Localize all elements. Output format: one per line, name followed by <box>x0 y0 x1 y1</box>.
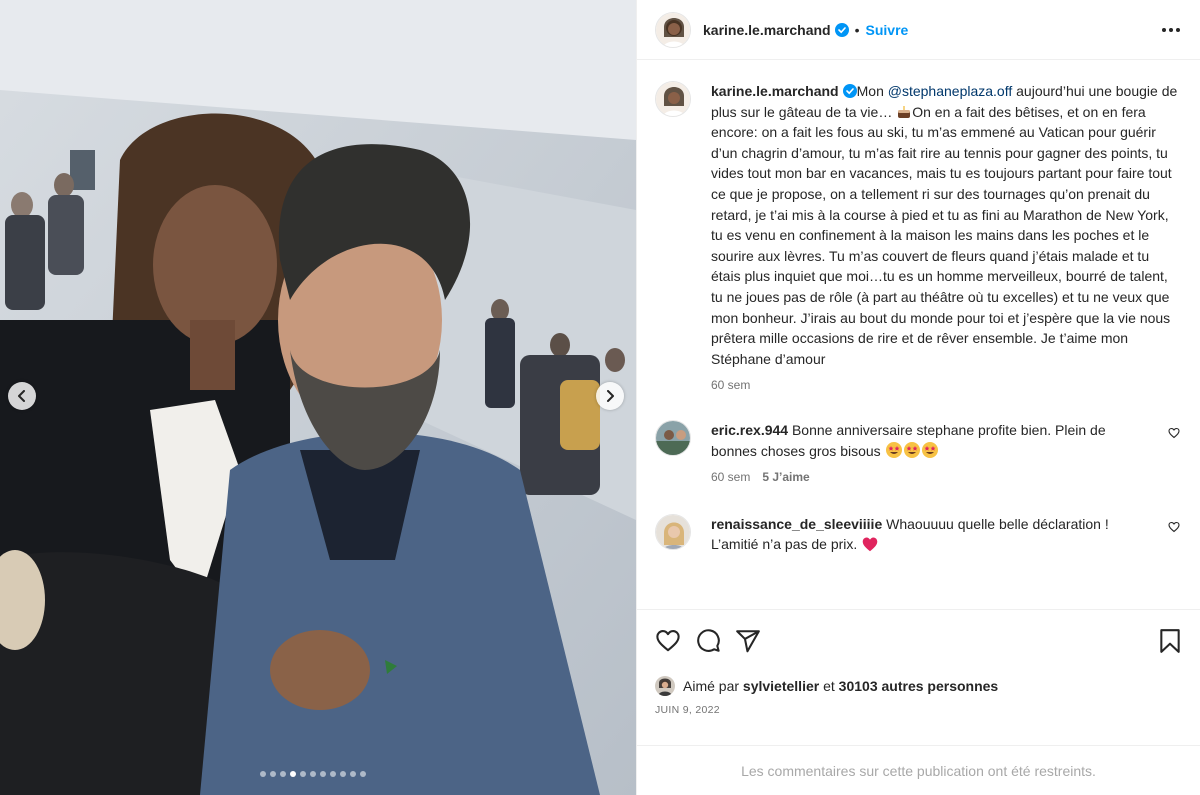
caption-prefix: Mon <box>856 83 888 99</box>
comment-like-button[interactable] <box>1168 420 1182 488</box>
carousel-dot <box>300 771 306 777</box>
comment-like-button[interactable] <box>1168 514 1182 555</box>
comment-icon <box>697 629 720 652</box>
comment-item: eric.rex.944 Bonne anniversaire stephane… <box>655 419 1182 488</box>
carousel-dot <box>320 771 326 777</box>
chevron-right-icon <box>607 390 614 402</box>
carousel-dot <box>290 771 296 777</box>
post-panel: karine.le.marchand • Suivre karine.le.ma… <box>636 0 1200 795</box>
carousel-next-button[interactable] <box>596 382 624 410</box>
carousel-dot <box>350 771 356 777</box>
mention-link[interactable]: @stephaneplaza.off <box>888 83 1013 99</box>
chevron-left-icon <box>18 390 25 402</box>
follow-button[interactable]: Suivre <box>866 22 909 38</box>
caption-text: karine.le.marchand Mon @stephaneplaza.off… <box>711 81 1182 369</box>
comment-likes[interactable]: 5 J’aime <box>762 467 809 488</box>
carousel-dot <box>340 771 346 777</box>
comment-item: renaissance_de_sleeviiiie Whaouuuu quell… <box>655 513 1182 555</box>
author-username[interactable]: karine.le.marchand <box>703 22 831 38</box>
carousel-dot <box>360 771 366 777</box>
liker-avatar[interactable] <box>655 676 675 696</box>
heart-icon <box>1168 521 1180 532</box>
post-modal: karine.le.marchand • Suivre karine.le.ma… <box>0 0 1200 795</box>
post-actions: Aimé par sylvietellier et 30103 autres p… <box>637 609 1200 716</box>
share-button[interactable] <box>735 628 761 654</box>
likes-summary: Aimé par sylvietellier et 30103 autres p… <box>655 676 1182 696</box>
heart-icon <box>1168 427 1180 439</box>
save-icon <box>1160 629 1180 653</box>
star-eyes-emoji-icon <box>903 441 920 458</box>
comment-username[interactable]: renaissance_de_sleeviiiie <box>711 516 882 532</box>
comments-list[interactable]: karine.le.marchand Mon @stephaneplaza.off… <box>637 61 1200 609</box>
carousel-prev-button[interactable] <box>8 382 36 410</box>
likes-text: Aimé par sylvietellier et 30103 autres p… <box>683 678 998 694</box>
likes-count[interactable]: 30103 autres personnes <box>839 678 999 694</box>
comment-text: renaissance_de_sleeviiiie Whaouuuu quell… <box>711 514 1154 555</box>
cake-emoji-icon <box>898 105 911 118</box>
carousel-dot <box>330 771 336 777</box>
commenter-avatar[interactable] <box>655 419 691 456</box>
like-button[interactable] <box>655 628 681 654</box>
comment-time[interactable]: 60 sem <box>711 467 750 488</box>
verified-icon <box>834 22 849 37</box>
comment-button[interactable] <box>695 628 721 654</box>
share-icon <box>736 630 760 653</box>
caption: karine.le.marchand Mon @stephaneplaza.off… <box>655 81 1182 396</box>
post-date[interactable]: JUIN 9, 2022 <box>655 704 1182 716</box>
commenter-avatar[interactable] <box>655 513 691 550</box>
post-photo <box>0 0 636 795</box>
carousel-dot <box>260 771 266 777</box>
likes-prefix: Aimé par <box>683 678 743 694</box>
star-eyes-emoji-icon <box>921 441 938 458</box>
save-button[interactable] <box>1158 628 1182 654</box>
star-eyes-emoji-icon <box>885 441 902 458</box>
post-media <box>0 0 636 795</box>
caption-username[interactable]: karine.le.marchand <box>711 83 839 99</box>
verified-icon <box>842 84 857 98</box>
caption-time[interactable]: 60 sem <box>711 375 750 396</box>
author-avatar[interactable] <box>655 11 691 48</box>
comment-username[interactable]: eric.rex.944 <box>711 422 788 438</box>
comments-restricted-notice: Les commentaires sur cette publication o… <box>637 745 1200 795</box>
post-header: karine.le.marchand • Suivre <box>637 0 1200 60</box>
carousel-dot <box>270 771 276 777</box>
liker-username[interactable]: sylvietellier <box>743 678 819 694</box>
header-separator: • <box>854 21 860 38</box>
caption-part-2: On en a fait des bêtises, et on en fera … <box>711 103 1172 367</box>
likes-middle: et <box>819 678 839 694</box>
comment-text: eric.rex.944 Bonne anniversaire stephane… <box>711 420 1154 461</box>
carousel-indicator <box>260 771 366 777</box>
carousel-dot <box>280 771 286 777</box>
more-icon[interactable] <box>1162 27 1180 32</box>
caption-avatar[interactable] <box>655 81 691 117</box>
red-heart-emoji-icon <box>862 537 878 552</box>
carousel-dot <box>310 771 316 777</box>
heart-icon <box>656 630 680 652</box>
